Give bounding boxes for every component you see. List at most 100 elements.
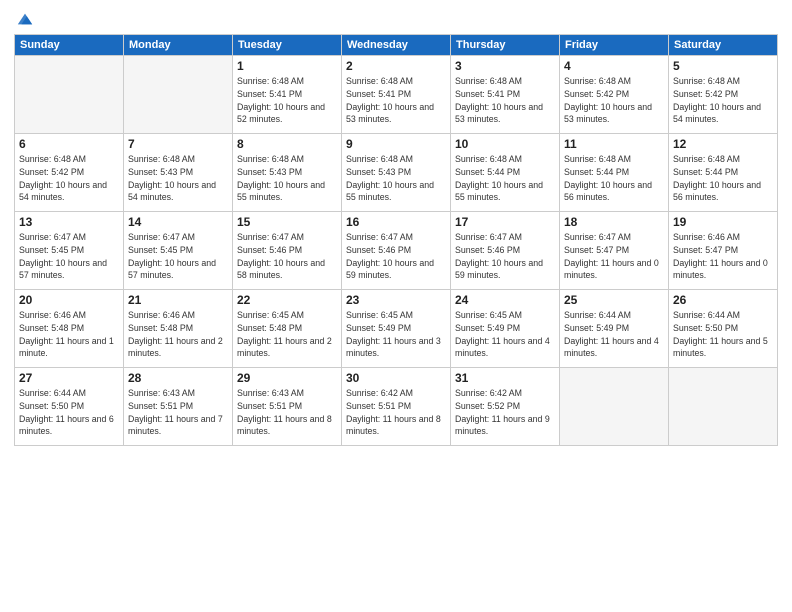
day-number: 12 [673, 137, 773, 151]
calendar-cell: 31 Sunrise: 6:42 AMSunset: 5:52 PMDayligh… [451, 368, 560, 446]
calendar-cell: 18 Sunrise: 6:47 AMSunset: 5:47 PMDayligh… [560, 212, 669, 290]
day-info: Sunrise: 6:42 AMSunset: 5:52 PMDaylight:… [455, 387, 555, 438]
day-info: Sunrise: 6:48 AMSunset: 5:43 PMDaylight:… [237, 153, 337, 204]
day-number: 8 [237, 137, 337, 151]
calendar-cell: 24 Sunrise: 6:45 AMSunset: 5:49 PMDayligh… [451, 290, 560, 368]
day-info: Sunrise: 6:43 AMSunset: 5:51 PMDaylight:… [128, 387, 228, 438]
weekday-header-monday: Monday [124, 35, 233, 56]
header [14, 10, 778, 28]
day-number: 3 [455, 59, 555, 73]
day-info: Sunrise: 6:47 AMSunset: 5:46 PMDaylight:… [237, 231, 337, 282]
calendar-cell: 20 Sunrise: 6:46 AMSunset: 5:48 PMDayligh… [15, 290, 124, 368]
day-info: Sunrise: 6:48 AMSunset: 5:43 PMDaylight:… [128, 153, 228, 204]
day-number: 28 [128, 371, 228, 385]
day-number: 25 [564, 293, 664, 307]
day-info: Sunrise: 6:48 AMSunset: 5:42 PMDaylight:… [19, 153, 119, 204]
day-info: Sunrise: 6:45 AMSunset: 5:49 PMDaylight:… [346, 309, 446, 360]
day-number: 24 [455, 293, 555, 307]
day-info: Sunrise: 6:48 AMSunset: 5:41 PMDaylight:… [237, 75, 337, 126]
calendar-cell: 16 Sunrise: 6:47 AMSunset: 5:46 PMDayligh… [342, 212, 451, 290]
logo [14, 10, 34, 28]
calendar-cell [669, 368, 778, 446]
calendar-cell: 23 Sunrise: 6:45 AMSunset: 5:49 PMDayligh… [342, 290, 451, 368]
day-number: 13 [19, 215, 119, 229]
day-info: Sunrise: 6:43 AMSunset: 5:51 PMDaylight:… [237, 387, 337, 438]
calendar-cell: 1 Sunrise: 6:48 AMSunset: 5:41 PMDaylight… [233, 56, 342, 134]
calendar-cell: 14 Sunrise: 6:47 AMSunset: 5:45 PMDayligh… [124, 212, 233, 290]
day-number: 1 [237, 59, 337, 73]
calendar-cell: 2 Sunrise: 6:48 AMSunset: 5:41 PMDaylight… [342, 56, 451, 134]
weekday-header-tuesday: Tuesday [233, 35, 342, 56]
day-info: Sunrise: 6:48 AMSunset: 5:41 PMDaylight:… [455, 75, 555, 126]
calendar-cell: 12Sunrise: 6:48 AMSunset: 5:44 PMDayligh… [669, 134, 778, 212]
day-number: 2 [346, 59, 446, 73]
calendar-cell: 22Sunrise: 6:45 AMSunset: 5:48 PMDayligh… [233, 290, 342, 368]
day-number: 31 [455, 371, 555, 385]
day-info: Sunrise: 6:47 AMSunset: 5:47 PMDaylight:… [564, 231, 664, 282]
calendar-cell: 11 Sunrise: 6:48 AMSunset: 5:44 PMDayligh… [560, 134, 669, 212]
day-info: Sunrise: 6:44 AMSunset: 5:50 PMDaylight:… [19, 387, 119, 438]
day-number: 22 [237, 293, 337, 307]
day-info: Sunrise: 6:48 AMSunset: 5:44 PMDaylight:… [564, 153, 664, 204]
day-number: 14 [128, 215, 228, 229]
day-info: Sunrise: 6:46 AMSunset: 5:47 PMDaylight:… [673, 231, 773, 282]
day-number: 5 [673, 59, 773, 73]
day-number: 4 [564, 59, 664, 73]
day-number: 30 [346, 371, 446, 385]
calendar-cell: 25Sunrise: 6:44 AMSunset: 5:49 PMDayligh… [560, 290, 669, 368]
calendar-table: SundayMondayTuesdayWednesdayThursdayFrid… [14, 34, 778, 446]
day-number: 29 [237, 371, 337, 385]
day-number: 26 [673, 293, 773, 307]
weekday-header-wednesday: Wednesday [342, 35, 451, 56]
day-number: 11 [564, 137, 664, 151]
calendar-cell: 3 Sunrise: 6:48 AMSunset: 5:41 PMDaylight… [451, 56, 560, 134]
day-info: Sunrise: 6:47 AMSunset: 5:46 PMDaylight:… [455, 231, 555, 282]
calendar-cell: 26 Sunrise: 6:44 AMSunset: 5:50 PMDayligh… [669, 290, 778, 368]
day-info: Sunrise: 6:47 AMSunset: 5:46 PMDaylight:… [346, 231, 446, 282]
weekday-header-sunday: Sunday [15, 35, 124, 56]
calendar-cell [15, 56, 124, 134]
calendar-cell: 5 Sunrise: 6:48 AMSunset: 5:42 PMDaylight… [669, 56, 778, 134]
logo-icon [16, 10, 34, 28]
day-info: Sunrise: 6:48 AMSunset: 5:44 PMDaylight:… [455, 153, 555, 204]
day-number: 16 [346, 215, 446, 229]
weekday-header-saturday: Saturday [669, 35, 778, 56]
calendar-cell: 4 Sunrise: 6:48 AMSunset: 5:42 PMDaylight… [560, 56, 669, 134]
calendar-cell: 17 Sunrise: 6:47 AMSunset: 5:46 PMDayligh… [451, 212, 560, 290]
day-info: Sunrise: 6:46 AMSunset: 5:48 PMDaylight:… [128, 309, 228, 360]
day-number: 19 [673, 215, 773, 229]
day-info: Sunrise: 6:48 AMSunset: 5:41 PMDaylight:… [346, 75, 446, 126]
day-info: Sunrise: 6:47 AMSunset: 5:45 PMDaylight:… [19, 231, 119, 282]
weekday-header-thursday: Thursday [451, 35, 560, 56]
calendar-cell: 13 Sunrise: 6:47 AMSunset: 5:45 PMDayligh… [15, 212, 124, 290]
day-number: 18 [564, 215, 664, 229]
day-info: Sunrise: 6:48 AMSunset: 5:42 PMDaylight:… [673, 75, 773, 126]
day-info: Sunrise: 6:45 AMSunset: 5:49 PMDaylight:… [455, 309, 555, 360]
day-number: 7 [128, 137, 228, 151]
calendar-cell: 29 Sunrise: 6:43 AMSunset: 5:51 PMDayligh… [233, 368, 342, 446]
day-number: 23 [346, 293, 446, 307]
calendar-cell [560, 368, 669, 446]
day-info: Sunrise: 6:48 AMSunset: 5:42 PMDaylight:… [564, 75, 664, 126]
calendar-cell: 9 Sunrise: 6:48 AMSunset: 5:43 PMDaylight… [342, 134, 451, 212]
day-number: 9 [346, 137, 446, 151]
calendar-cell: 27 Sunrise: 6:44 AMSunset: 5:50 PMDayligh… [15, 368, 124, 446]
calendar-cell [124, 56, 233, 134]
calendar-cell: 21Sunrise: 6:46 AMSunset: 5:48 PMDayligh… [124, 290, 233, 368]
calendar-cell: 19 Sunrise: 6:46 AMSunset: 5:47 PMDayligh… [669, 212, 778, 290]
day-number: 17 [455, 215, 555, 229]
day-info: Sunrise: 6:48 AMSunset: 5:43 PMDaylight:… [346, 153, 446, 204]
calendar-cell: 15Sunrise: 6:47 AMSunset: 5:46 PMDayligh… [233, 212, 342, 290]
day-info: Sunrise: 6:44 AMSunset: 5:50 PMDaylight:… [673, 309, 773, 360]
calendar-cell: 10 Sunrise: 6:48 AMSunset: 5:44 PMDayligh… [451, 134, 560, 212]
weekday-header-friday: Friday [560, 35, 669, 56]
calendar-cell: 8 Sunrise: 6:48 AMSunset: 5:43 PMDaylight… [233, 134, 342, 212]
day-info: Sunrise: 6:46 AMSunset: 5:48 PMDaylight:… [19, 309, 119, 360]
day-number: 27 [19, 371, 119, 385]
day-number: 20 [19, 293, 119, 307]
calendar-cell: 6 Sunrise: 6:48 AMSunset: 5:42 PMDaylight… [15, 134, 124, 212]
day-number: 6 [19, 137, 119, 151]
day-info: Sunrise: 6:42 AMSunset: 5:51 PMDaylight:… [346, 387, 446, 438]
day-number: 10 [455, 137, 555, 151]
day-info: Sunrise: 6:47 AMSunset: 5:45 PMDaylight:… [128, 231, 228, 282]
